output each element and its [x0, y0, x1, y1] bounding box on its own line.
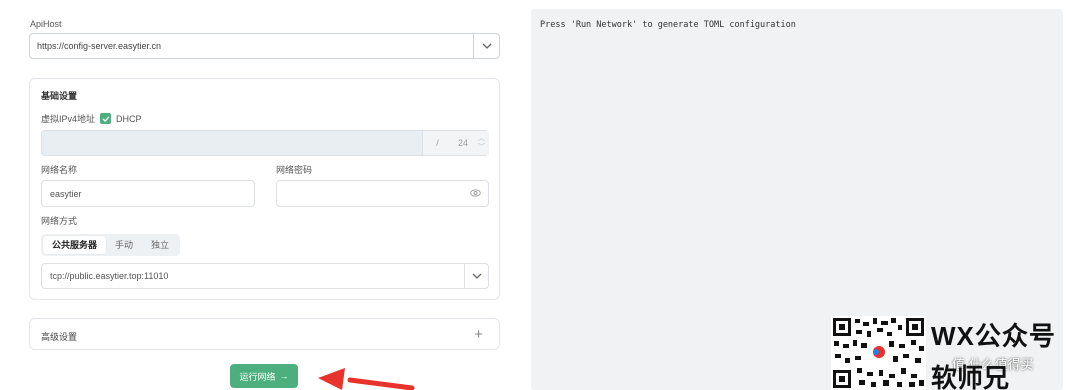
ipv4-row: 虚拟IPv4地址 DHCP: [41, 112, 142, 125]
run-network-button[interactable]: 运行网络 →: [230, 364, 298, 388]
public-server-select[interactable]: tcp://public.easytier.top:11010: [41, 263, 489, 289]
config-form: ApiHost https://config-server.easytier.c…: [29, 0, 501, 390]
tab-manual[interactable]: 手动: [106, 236, 142, 254]
public-server-value: tcp://public.easytier.top:11010: [50, 271, 169, 281]
network-mode-label: 网络方式: [41, 216, 78, 226]
network-name-input[interactable]: easytier: [41, 180, 255, 207]
apihost-label: ApiHost: [30, 19, 62, 29]
advanced-settings-panel[interactable]: 高级设置 +: [29, 318, 500, 350]
network-password-label: 网络密码: [276, 165, 313, 175]
toml-placeholder: Press 'Run Network' to generate TOML con…: [540, 20, 796, 30]
watermark: WX公众号 值 什么值得买 软师兄: [831, 316, 1080, 390]
chevron-down-icon[interactable]: [464, 264, 488, 288]
chevron-down-icon[interactable]: [473, 34, 499, 58]
network-mode-tabs: 公共服务器 手动 独立: [41, 234, 181, 256]
check-icon: [102, 115, 110, 122]
apihost-value: https://config-server.easytier.cn: [37, 41, 162, 51]
basic-settings-panel: 基础设置 虚拟IPv4地址 DHCP / 24 ︿ ﹀ 网络名称 网络密码 ea…: [29, 78, 500, 300]
mask-stepper[interactable]: ︿ ﹀: [474, 131, 489, 155]
network-password-input[interactable]: [276, 180, 489, 207]
arrow-right-icon: →: [279, 371, 289, 381]
basic-settings-title: 基础设置: [41, 91, 78, 101]
stepper-down-icon[interactable]: ﹀: [478, 143, 485, 152]
ip-separator: /: [422, 131, 452, 155]
tab-standalone[interactable]: 独立: [142, 236, 178, 254]
network-name-label: 网络名称: [41, 165, 78, 175]
apihost-select[interactable]: https://config-server.easytier.cn: [29, 33, 500, 59]
watermark-line2: 软师兄: [931, 363, 1010, 390]
qr-code-icon: [831, 316, 926, 390]
ip-mask-input[interactable]: 24: [452, 131, 474, 155]
plus-icon[interactable]: +: [474, 326, 483, 343]
dhcp-checkbox[interactable]: [100, 113, 112, 124]
stepper-up-icon[interactable]: ︿: [478, 134, 485, 143]
dhcp-label: DHCP: [116, 113, 142, 124]
eye-icon[interactable]: [470, 189, 481, 199]
network-name-value: easytier: [50, 189, 82, 199]
run-network-label: 运行网络: [239, 371, 276, 382]
ipv4-label: 虚拟IPv4地址: [41, 114, 96, 124]
tab-public-server[interactable]: 公共服务器: [43, 236, 107, 254]
ipv4-input[interactable]: / 24 ︿ ﹀: [41, 130, 489, 156]
advanced-settings-title: 高级设置: [41, 332, 78, 342]
watermark-line1: WX公众号: [931, 321, 1056, 351]
